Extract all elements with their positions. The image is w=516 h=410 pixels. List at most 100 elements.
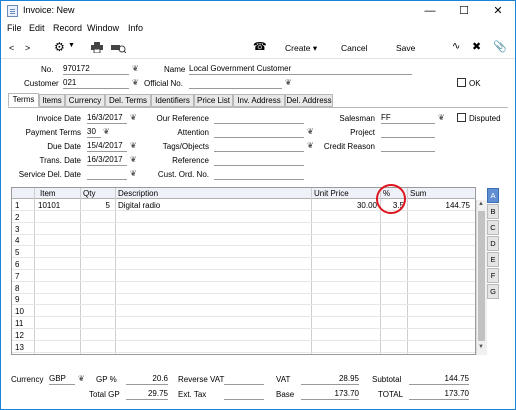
table-row[interactable]: 3 xyxy=(12,224,475,235)
tab-inv-address[interactable]: Inv. Address xyxy=(233,94,285,107)
table-row[interactable]: 9 xyxy=(12,294,475,306)
window-title: Invoice: New xyxy=(23,5,75,15)
cell-qty[interactable]: 5 xyxy=(106,201,110,210)
paste-icon[interactable]: ❦ xyxy=(78,374,85,383)
table-row[interactable]: 6 xyxy=(12,259,475,270)
cell-description[interactable]: Digital radio xyxy=(118,201,160,210)
due-date-field[interactable]: 15/4/2017 xyxy=(87,141,127,152)
highlight-circle xyxy=(376,184,406,214)
print-icon[interactable] xyxy=(91,42,103,53)
tab-terms[interactable]: Terms xyxy=(8,93,39,107)
tab-identifiers[interactable]: Identifiers xyxy=(151,94,194,107)
cust-ord-no-label: Cust. Ord. No. xyxy=(157,170,209,179)
side-tab-e[interactable]: E xyxy=(487,252,499,267)
table-row[interactable]: 13 xyxy=(12,342,475,353)
row-number: 8 xyxy=(15,283,20,293)
currency-field[interactable]: GBP xyxy=(49,374,75,385)
save-button[interactable]: Save xyxy=(396,43,415,53)
invoice-date-field[interactable]: 16/3/2017 xyxy=(87,113,127,124)
maximize-button[interactable]: ☐ xyxy=(447,1,481,21)
tab-items[interactable]: Items xyxy=(39,94,65,107)
cell-sum[interactable]: 144.75 xyxy=(446,201,470,210)
row-number: 7 xyxy=(15,271,20,281)
row-number: 4 xyxy=(15,236,20,246)
table-row[interactable]: 12 xyxy=(12,330,475,341)
cell-item[interactable]: 10101 xyxy=(38,201,60,210)
cust-ord-no-field[interactable] xyxy=(214,169,304,180)
payment-terms-field[interactable]: 30 xyxy=(87,127,101,138)
menu-edit[interactable]: Edit xyxy=(29,23,45,33)
table-row[interactable]: 10 xyxy=(12,306,475,318)
attention-field[interactable] xyxy=(214,127,304,138)
no-field[interactable]: 970172 xyxy=(63,64,129,75)
chevron-down-icon[interactable]: ▼ xyxy=(68,42,75,49)
tags-objects-field[interactable] xyxy=(214,141,304,152)
table-row[interactable]: 5 xyxy=(12,247,475,259)
table-row[interactable]: 4 xyxy=(12,235,475,247)
scroll-up-icon[interactable]: ▲ xyxy=(478,201,484,207)
menu-info[interactable]: Info xyxy=(128,23,143,33)
salesman-field[interactable]: FF xyxy=(381,113,435,124)
side-tab-f[interactable]: F xyxy=(487,268,499,283)
total-gp-field: 29.75 xyxy=(126,389,168,400)
cell-unit-price[interactable]: 30.00 xyxy=(357,201,377,210)
title-bar: Invoice: New — ☐ ✕ xyxy=(1,1,515,21)
side-tab-b[interactable]: B xyxy=(487,204,499,219)
table-row[interactable]: 2 xyxy=(12,212,475,223)
cancel-button[interactable]: Cancel xyxy=(341,43,367,53)
back-icon[interactable]: < xyxy=(9,43,14,53)
create-chevron-icon: ▾ xyxy=(312,43,318,53)
ok-checkbox[interactable] xyxy=(457,78,466,87)
link-icon[interactable]: ✖ xyxy=(472,40,481,53)
paste-icon[interactable]: ❦ xyxy=(307,127,314,136)
paste-icon[interactable]: ❦ xyxy=(438,113,445,122)
menu-bar: File Edit Record Window Info xyxy=(1,21,515,37)
service-del-date-field[interactable] xyxy=(87,169,127,180)
side-tab-g[interactable]: G xyxy=(487,284,499,299)
tab-del-terms[interactable]: Del. Terms xyxy=(105,94,151,107)
side-tab-c[interactable]: C xyxy=(487,220,499,235)
phone-icon[interactable]: ☎ xyxy=(253,40,267,53)
activity-icon[interactable]: ∿ xyxy=(452,41,460,52)
credit-reason-field[interactable] xyxy=(381,141,435,152)
table-row[interactable]: 11 xyxy=(12,318,475,329)
disputed-checkbox[interactable] xyxy=(457,113,466,122)
tab-del-address[interactable]: Del. Address xyxy=(285,94,333,107)
minimize-button[interactable]: — xyxy=(413,1,447,21)
menu-window[interactable]: Window xyxy=(87,23,119,33)
create-button[interactable]: Create ▾ xyxy=(285,43,317,54)
attachment-icon[interactable]: 📎 xyxy=(493,40,507,53)
paste-icon[interactable]: ❦ xyxy=(132,64,139,73)
menu-file[interactable]: File xyxy=(7,23,22,33)
paste-icon[interactable]: ❦ xyxy=(285,78,292,87)
menu-record[interactable]: Record xyxy=(53,23,82,33)
project-field[interactable] xyxy=(381,127,435,138)
customer-label: Customer xyxy=(24,79,59,88)
scroll-down-icon[interactable]: ▼ xyxy=(478,344,484,350)
customer-field[interactable]: 021 xyxy=(63,78,129,89)
tab-price-list[interactable]: Price List xyxy=(194,94,233,107)
paste-icon[interactable]: ❦ xyxy=(307,141,314,150)
service-del-date-label: Service Del. Date xyxy=(18,170,81,179)
gear-icon[interactable]: ⚙ xyxy=(54,40,65,54)
forward-icon[interactable]: > xyxy=(25,43,30,53)
table-row[interactable]: 7 xyxy=(12,271,475,282)
reference-field[interactable] xyxy=(214,155,304,166)
side-tab-a[interactable]: A xyxy=(487,188,499,203)
side-tab-d[interactable]: D xyxy=(487,236,499,251)
ok-label: OK xyxy=(469,79,481,88)
name-field[interactable]: Local Government Customer xyxy=(189,64,412,75)
ext-tax-label: Ext. Tax xyxy=(178,390,207,399)
print-preview-icon[interactable] xyxy=(111,42,126,53)
app-icon xyxy=(7,5,18,17)
trans-date-field[interactable]: 16/3/2017 xyxy=(87,155,127,166)
close-button[interactable]: ✕ xyxy=(481,1,515,21)
our-reference-field[interactable] xyxy=(214,113,304,124)
tab-currency[interactable]: Currency xyxy=(65,94,105,107)
table-row[interactable]: 8 xyxy=(12,283,475,294)
official-no-field[interactable] xyxy=(189,78,282,89)
paste-icon[interactable]: ❦ xyxy=(132,78,139,87)
paste-icon[interactable]: ❦ xyxy=(103,127,110,136)
row-number: 2 xyxy=(15,212,20,222)
grid-scroll-thumb[interactable] xyxy=(478,211,485,341)
